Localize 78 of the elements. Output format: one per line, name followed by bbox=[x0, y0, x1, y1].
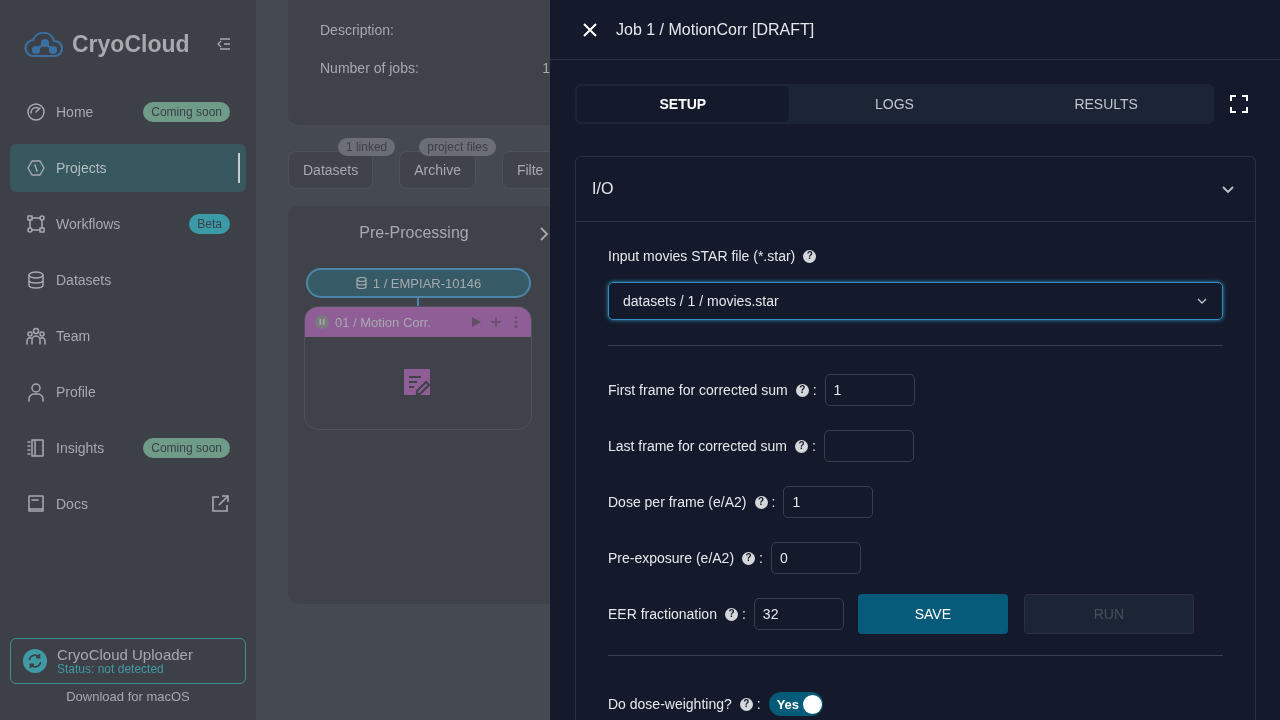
help-icon[interactable]: ? bbox=[795, 383, 809, 397]
project-tab[interactable]: Datasets bbox=[288, 151, 374, 189]
nav-icon bbox=[26, 438, 46, 458]
pause-icon[interactable] bbox=[315, 315, 329, 329]
nav-icon bbox=[26, 214, 46, 234]
job-title: 01 / Motion Corr. bbox=[335, 314, 433, 330]
help-icon[interactable]: ? bbox=[754, 495, 768, 509]
fullscreen-icon[interactable] bbox=[1230, 95, 1248, 113]
project-tab[interactable]: Archive bbox=[399, 151, 476, 189]
cloud-logo-icon bbox=[24, 29, 64, 59]
plus-icon[interactable] bbox=[489, 315, 503, 329]
project-tab[interactable]: Filte bbox=[501, 151, 550, 189]
detail-value: 1 bbox=[542, 60, 550, 76]
colon: : bbox=[759, 550, 763, 566]
help-icon[interactable]: ? bbox=[803, 249, 817, 263]
tab[interactable]: LOGS bbox=[788, 86, 1001, 122]
uploader-card[interactable]: CryoCloud Uploader Status: not detected bbox=[10, 638, 246, 684]
nav-icon bbox=[26, 494, 46, 514]
drawer-title: Job 1 / MotionCorr [DRAFT] bbox=[616, 20, 815, 39]
database-icon bbox=[355, 277, 367, 289]
nav-badge: Coming soon bbox=[143, 438, 230, 458]
field-label: Last frame for corrected sum bbox=[608, 438, 787, 454]
colon: : bbox=[741, 606, 746, 622]
nav-badge: Beta bbox=[189, 214, 230, 234]
colon: : bbox=[756, 696, 761, 712]
field-label: Pre-exposure (e/A2) bbox=[608, 550, 735, 566]
detail-label: Number of jobs: bbox=[320, 60, 419, 76]
nav-icon bbox=[26, 158, 46, 178]
input-field[interactable]: 1 bbox=[783, 486, 874, 518]
accordion-header[interactable]: I/O bbox=[576, 157, 1255, 222]
nav-item[interactable]: Team bbox=[10, 312, 246, 360]
nav-icon bbox=[26, 382, 46, 402]
tab[interactable]: SETUP bbox=[577, 86, 789, 122]
field-label: Do dose-weighting? bbox=[608, 696, 732, 712]
save-button[interactable]: SAVE bbox=[857, 594, 1008, 634]
nav-item[interactable]: Datasets bbox=[10, 256, 246, 304]
select-field[interactable]: datasets / 1 / movies.star bbox=[608, 282, 1223, 320]
uploader-status: Status: not detected bbox=[57, 662, 164, 676]
colon: : bbox=[812, 382, 817, 398]
nav-item[interactable]: Home Coming soon bbox=[10, 88, 246, 136]
chevron-right-icon[interactable] bbox=[538, 226, 550, 242]
input-field[interactable]: 0 bbox=[770, 542, 861, 574]
colon: : bbox=[771, 494, 776, 510]
field-label: Input movies STAR file (*.star) bbox=[608, 248, 796, 264]
field-label: EER fractionation bbox=[608, 606, 717, 622]
input-field[interactable]: 32 bbox=[753, 598, 844, 630]
section-title: I/O bbox=[592, 180, 615, 198]
help-icon[interactable]: ? bbox=[794, 439, 808, 453]
brand-name: CryoCloud bbox=[72, 30, 191, 58]
close-button[interactable] bbox=[582, 21, 598, 38]
nav-badge: Coming soon bbox=[143, 102, 230, 122]
help-icon[interactable]: ? bbox=[724, 607, 738, 621]
nav-item[interactable]: Profile bbox=[10, 368, 246, 416]
uploader-title: CryoCloud Uploader bbox=[57, 646, 193, 663]
detail-label: Description: bbox=[320, 22, 394, 38]
sync-icon bbox=[23, 649, 47, 673]
play-icon[interactable] bbox=[469, 315, 483, 329]
download-link[interactable]: Download for macOS bbox=[10, 684, 246, 720]
input-field[interactable]: 1 bbox=[824, 374, 915, 406]
nav-icon bbox=[26, 102, 46, 122]
collapse-sidebar-icon[interactable] bbox=[216, 36, 232, 52]
edit-document-icon[interactable] bbox=[404, 369, 432, 397]
toggle-switch[interactable]: Yes bbox=[768, 692, 823, 716]
input-field[interactable] bbox=[823, 430, 914, 462]
help-icon[interactable]: ? bbox=[739, 697, 753, 711]
nav-item[interactable]: Workflows Beta bbox=[10, 200, 246, 248]
pipeline-title: Pre-Processing bbox=[358, 223, 470, 242]
help-icon[interactable]: ? bbox=[742, 551, 756, 565]
nav-item[interactable]: Insights Coming soon bbox=[10, 424, 246, 472]
nav-item[interactable]: Docs bbox=[10, 480, 246, 528]
nav-icon bbox=[26, 270, 46, 290]
tab[interactable]: RESULTS bbox=[1000, 86, 1212, 122]
nav-item[interactable]: Projects bbox=[10, 144, 246, 192]
colon: : bbox=[811, 438, 816, 454]
nav-icon bbox=[26, 326, 46, 346]
field-label: Dose per frame (e/A2) bbox=[608, 494, 747, 510]
dataset-label: 1 / EMPIAR-10146 bbox=[372, 275, 482, 291]
field-label: First frame for corrected sum bbox=[608, 382, 788, 398]
